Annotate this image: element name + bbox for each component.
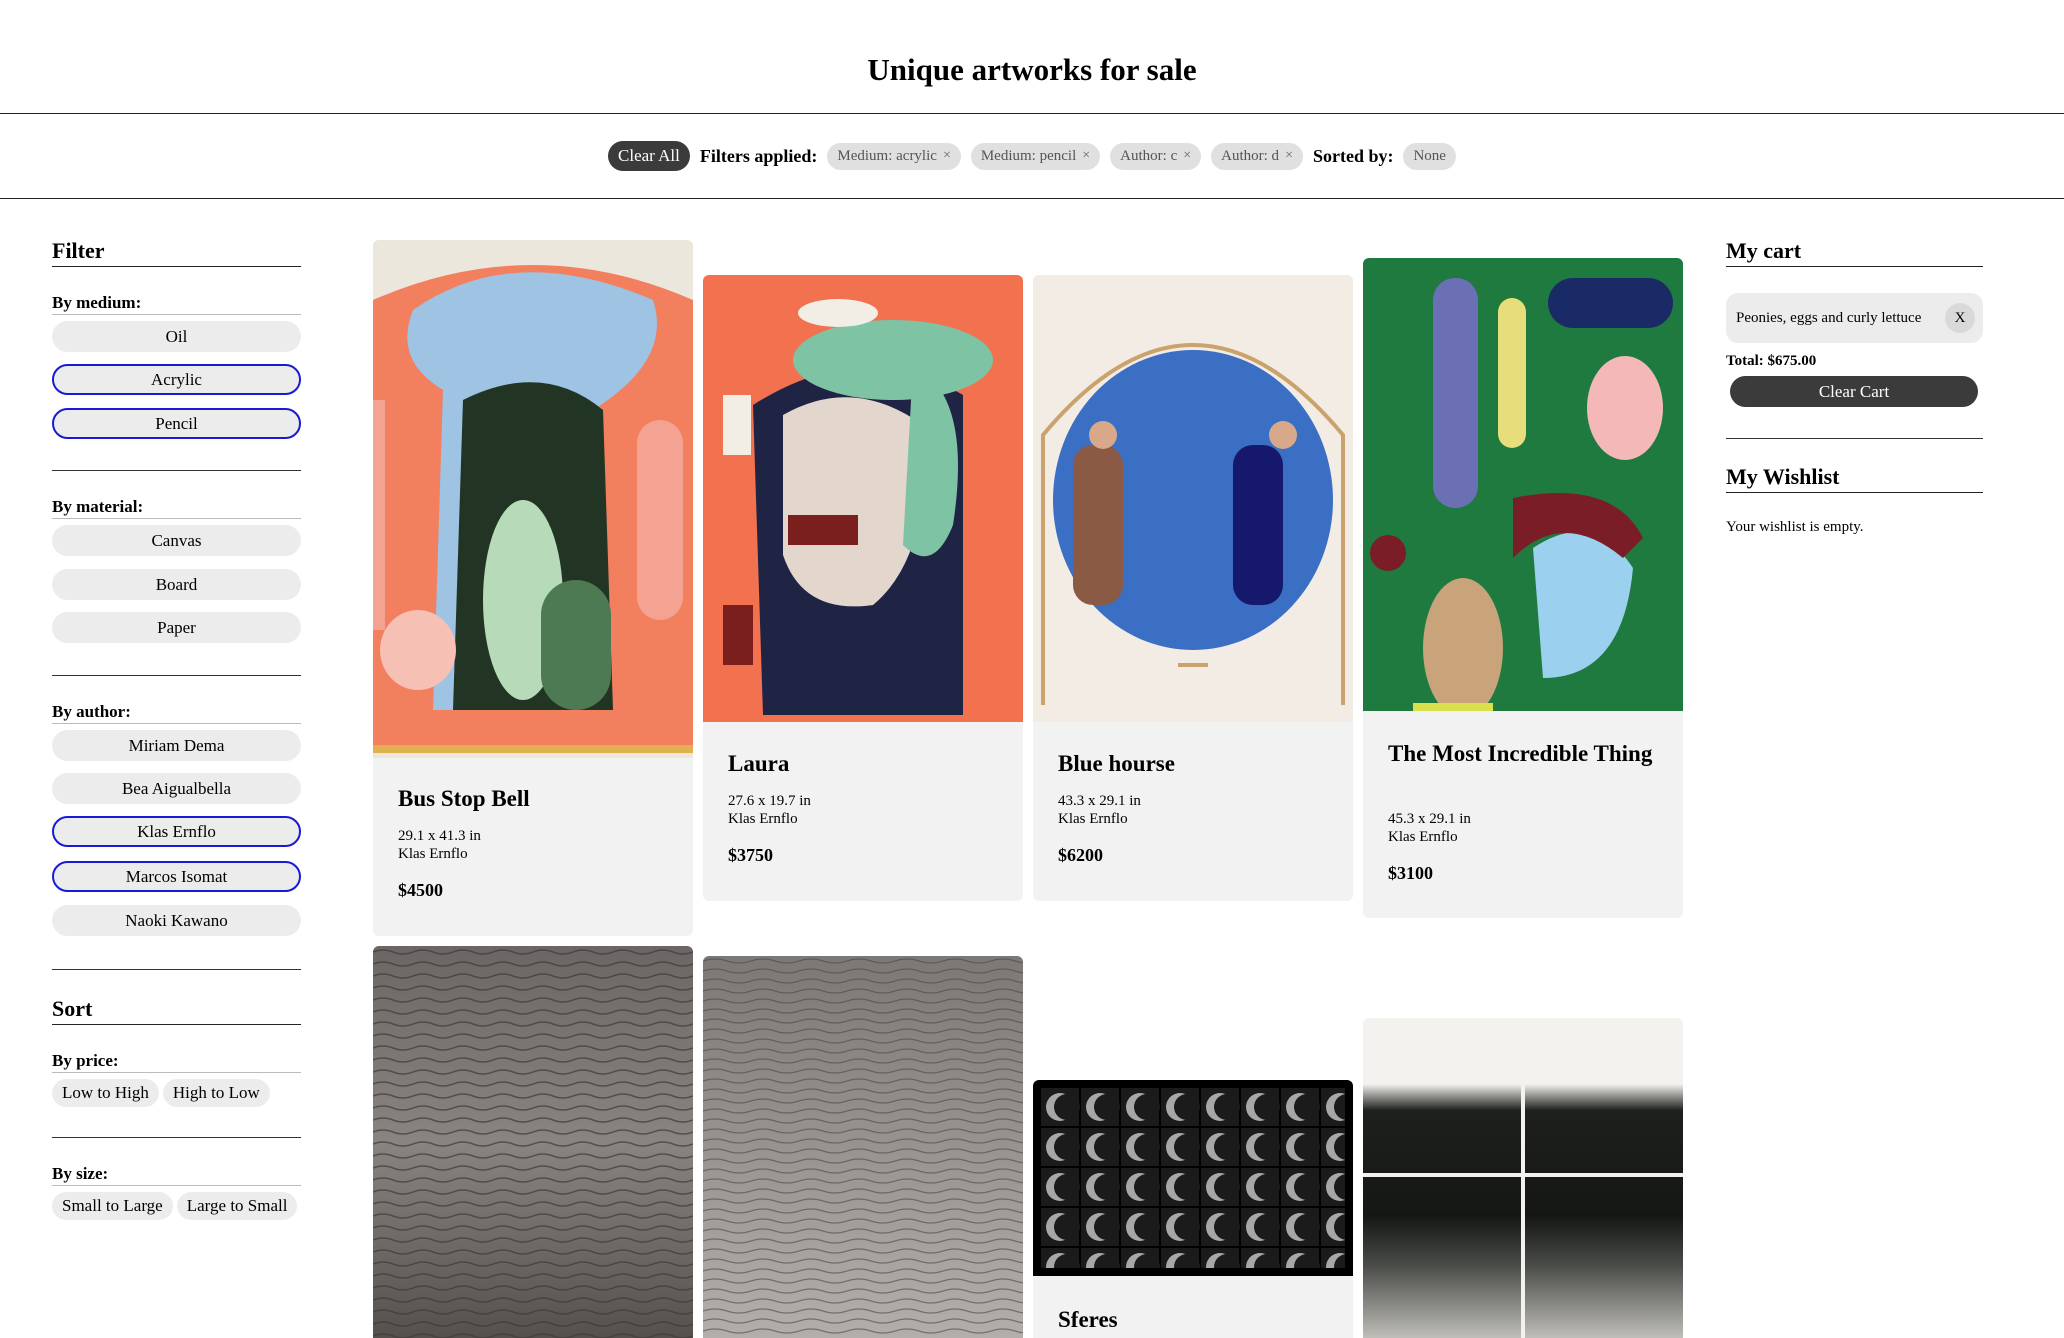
artwork-author: Klas Ernflo [1388, 829, 1458, 845]
artwork-title: Blue hourse [1058, 751, 1175, 776]
sorted-by-label: Sorted by: [1312, 145, 1394, 166]
by-price-label: By price: [52, 1051, 301, 1073]
wishlist-empty-message: Your wishlist is empty. [1726, 519, 1864, 535]
material-option-canvas[interactable]: Canvas [52, 525, 301, 556]
author-option-bea-aigualbella[interactable]: Bea Aigualbella [52, 773, 301, 804]
artwork-card[interactable]: Sferes [1033, 1080, 1353, 1338]
artwork-card[interactable] [373, 946, 693, 1338]
artwork-size: 29.1 x 41.3 in [398, 828, 481, 844]
artwork-image [703, 275, 1023, 722]
artwork-title: The Most Incredible Thing [1388, 741, 1653, 766]
filter-sidebar: Filter By medium: Oil Acrylic Pencil By … [52, 238, 301, 1220]
remove-chip-icon[interactable]: × [943, 148, 951, 164]
artwork-size: 45.3 x 29.1 in [1388, 811, 1471, 827]
remove-chip-icon[interactable]: × [1285, 148, 1293, 164]
artwork-price: $3750 [728, 845, 773, 865]
cart-sidebar: My cart Peonies, eggs and curly lettuce … [1726, 238, 1983, 536]
artwork-price: $4500 [398, 880, 443, 900]
artwork-image [1363, 1018, 1683, 1338]
clear-all-button[interactable]: Clear All [608, 141, 690, 171]
divider [1726, 438, 1983, 439]
applied-filters-bar: Clear All Filters applied: Medium: acryl… [0, 141, 2064, 171]
author-option-miriam-dema[interactable]: Miriam Dema [52, 730, 301, 761]
medium-option-pencil[interactable]: Pencil [52, 408, 301, 439]
cart-heading: My cart [1726, 238, 1983, 267]
filter-chip-author-c[interactable]: Author: c × [1110, 142, 1202, 170]
divider [52, 470, 301, 471]
filter-heading: Filter [52, 238, 301, 267]
author-option-klas-ernflo[interactable]: Klas Ernflo [52, 816, 301, 847]
material-option-paper[interactable]: Paper [52, 612, 301, 643]
remove-item-button[interactable]: X [1945, 303, 1975, 333]
artwork-image [1363, 258, 1683, 711]
filterbar-divider [0, 198, 2064, 199]
artwork-card[interactable]: Blue hourse 43.3 x 29.1 in Klas Ernflo $… [1033, 275, 1353, 901]
size-sort-options: Small to Large Large to Small [52, 1192, 301, 1220]
artwork-image [1033, 1080, 1353, 1276]
filter-chip-medium-acrylic[interactable]: Medium: acrylic × [827, 142, 961, 170]
filter-chip-medium-pencil[interactable]: Medium: pencil × [970, 142, 1101, 170]
header-divider [0, 113, 2064, 114]
divider [52, 1137, 301, 1138]
by-material-label: By material: [52, 497, 301, 519]
artwork-author: Klas Ernflo [398, 846, 468, 862]
sort-small-to-large-button[interactable]: Small to Large [52, 1192, 173, 1220]
artwork-size: 27.6 x 19.7 in [728, 793, 811, 809]
artwork-author: Klas Ernflo [1058, 811, 1128, 827]
remove-chip-icon[interactable]: × [1183, 148, 1191, 164]
sort-low-to-high-button[interactable]: Low to High [52, 1079, 159, 1107]
price-sort-options: Low to High High to Low [52, 1079, 301, 1107]
artwork-price: $6200 [1058, 845, 1103, 865]
artwork-card[interactable]: The Most Incredible Thing 45.3 x 29.1 in… [1363, 258, 1683, 918]
author-option-naoki-kawano[interactable]: Naoki Kawano [52, 905, 301, 936]
artwork-card[interactable]: Laura 27.6 x 19.7 in Klas Ernflo $3750 [703, 275, 1023, 901]
artwork-card[interactable] [703, 956, 1023, 1338]
artwork-image [373, 946, 693, 1338]
remove-chip-icon[interactable]: × [1082, 148, 1090, 164]
artwork-price: $3100 [1388, 863, 1433, 883]
medium-option-acrylic[interactable]: Acrylic [52, 364, 301, 395]
artwork-title: Laura [728, 751, 790, 776]
artwork-card[interactable]: Bus Stop Bell 29.1 x 41.3 in Klas Ernflo… [373, 240, 693, 936]
medium-option-oil[interactable]: Oil [52, 321, 301, 352]
divider [52, 969, 301, 970]
material-option-board[interactable]: Board [52, 569, 301, 600]
artwork-image [1033, 275, 1353, 722]
artwork-title: Bus Stop Bell [398, 786, 530, 811]
cart-item: Peonies, eggs and curly lettuce X [1726, 293, 1983, 343]
artwork-size: 43.3 x 29.1 in [1058, 793, 1141, 809]
artwork-title: Sferes [1058, 1307, 1118, 1332]
artwork-image [703, 956, 1023, 1338]
by-size-label: By size: [52, 1164, 301, 1186]
cart-item-name: Peonies, eggs and curly lettuce [1736, 309, 1922, 326]
page-title: Unique artworks for sale [867, 52, 1197, 87]
filter-chip-author-d[interactable]: Author: d × [1211, 142, 1303, 170]
sort-high-to-low-button[interactable]: High to Low [162, 1079, 270, 1107]
artwork-author: Klas Ernflo [728, 811, 798, 827]
filters-applied-label: Filters applied: [699, 145, 818, 166]
by-author-label: By author: [52, 702, 301, 724]
wishlist-heading: My Wishlist [1726, 464, 1983, 493]
artwork-image [373, 240, 693, 758]
sort-large-to-small-button[interactable]: Large to Small [176, 1192, 298, 1220]
by-medium-label: By medium: [52, 293, 301, 315]
divider [52, 675, 301, 676]
clear-cart-button[interactable]: Clear Cart [1730, 376, 1978, 407]
author-option-marcos-isomat[interactable]: Marcos Isomat [52, 861, 301, 892]
cart-total: Total: $675.00 [1726, 353, 1817, 369]
artwork-card[interactable] [1363, 1018, 1683, 1338]
sorted-by-chip[interactable]: None [1403, 142, 1456, 170]
sort-heading: Sort [52, 996, 301, 1025]
